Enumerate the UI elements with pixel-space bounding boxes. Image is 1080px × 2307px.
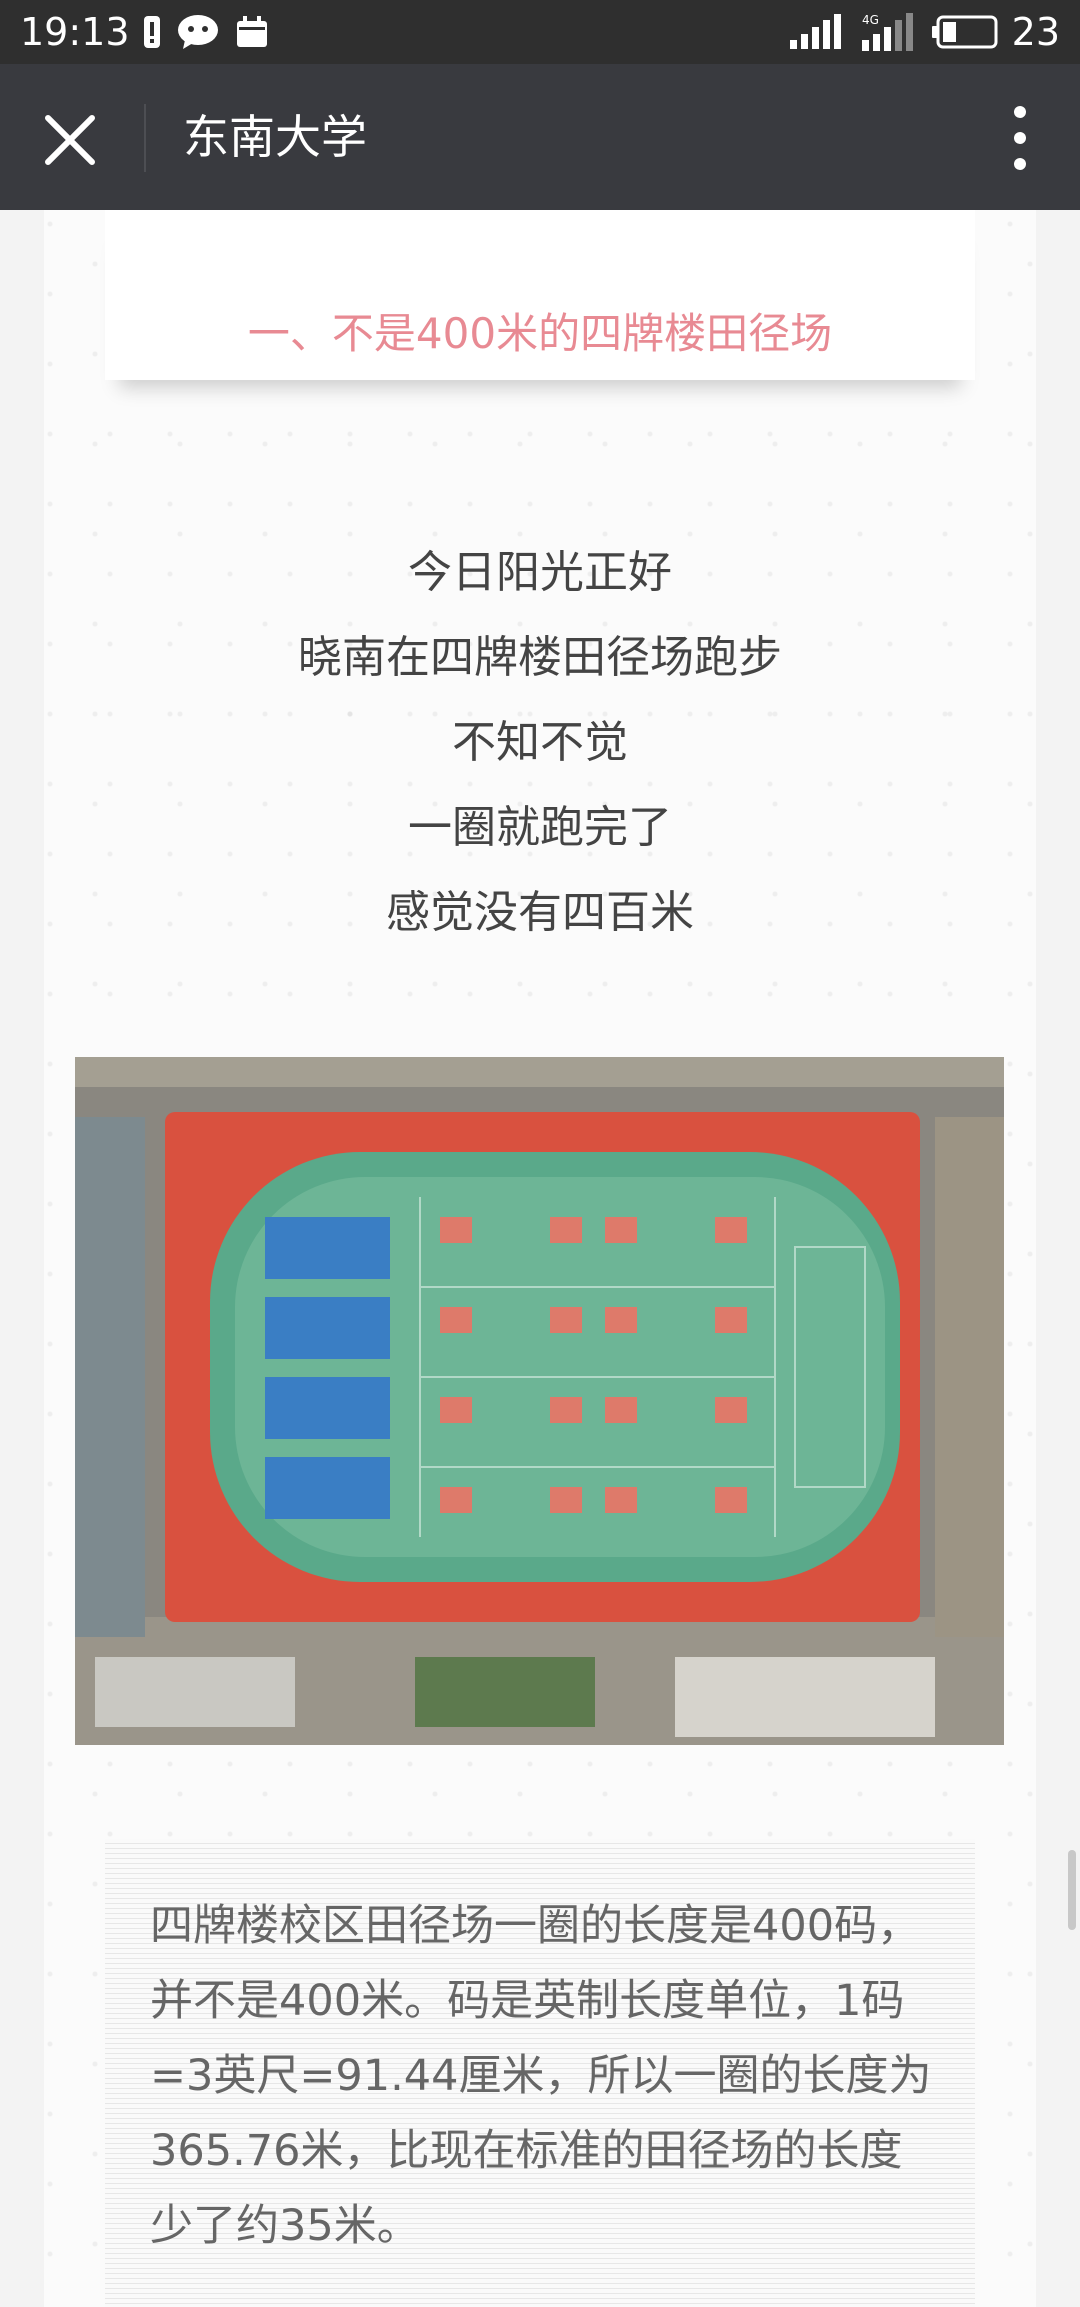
title-divider bbox=[144, 104, 146, 172]
status-right: 4G 23 bbox=[788, 6, 1060, 58]
poem-line: 感觉没有四百米 bbox=[386, 887, 694, 938]
close-icon[interactable] bbox=[38, 108, 102, 172]
poem: 今日阳光正好 晓南在四牌楼田径场跑步 不知不觉 一圈就跑完了 感觉没有四百米 bbox=[44, 530, 1036, 955]
section-heading: 一、不是400米的四牌楼田径场 bbox=[247, 309, 833, 358]
notification-icons bbox=[143, 14, 269, 50]
signal-icon bbox=[789, 14, 841, 49]
poem-line: 不知不觉 bbox=[452, 717, 628, 768]
alert-notification-icon bbox=[144, 16, 160, 48]
svg-text:4G: 4G bbox=[862, 13, 879, 27]
page-title: 东南大学 bbox=[183, 110, 367, 164]
section-heading-card: 一、不是400米的四牌楼田径场 bbox=[105, 210, 975, 380]
caption-text: 四牌楼校区田径场一圈的长度是400码，并不是400米。码是英制长度单位，1码=3… bbox=[150, 1901, 932, 2251]
scrollbar[interactable] bbox=[1068, 1850, 1076, 1930]
poem-line: 今日阳光正好 bbox=[408, 547, 672, 598]
poem-line: 一圈就跑完了 bbox=[408, 802, 672, 853]
track-aerial-illustration bbox=[75, 1057, 1004, 1745]
caption-box: 四牌楼校区田径场一圈的长度是400码，并不是400米。码是英制长度单位，1码=3… bbox=[105, 1839, 975, 2307]
more-vertical-icon[interactable] bbox=[1000, 102, 1040, 174]
status-bar: 19:13 4G 23 bbox=[0, 0, 1080, 64]
title-bar: 东南大学 bbox=[0, 64, 1080, 210]
track-aerial-photo[interactable] bbox=[75, 1057, 1004, 1745]
calendar-notification-icon bbox=[237, 16, 267, 47]
article-content[interactable]: 一、不是400米的四牌楼田径场 今日阳光正好 晓南在四牌楼田径场跑步 不知不觉 … bbox=[0, 210, 1080, 2307]
wechat-notification-icon bbox=[178, 15, 218, 49]
status-time: 19:13 bbox=[20, 10, 130, 54]
battery-level: 23 bbox=[1011, 10, 1060, 54]
battery-icon bbox=[931, 15, 998, 49]
signal-4g-icon: 4G bbox=[861, 13, 913, 51]
poem-line: 晓南在四牌楼田径场跑步 bbox=[298, 632, 782, 683]
